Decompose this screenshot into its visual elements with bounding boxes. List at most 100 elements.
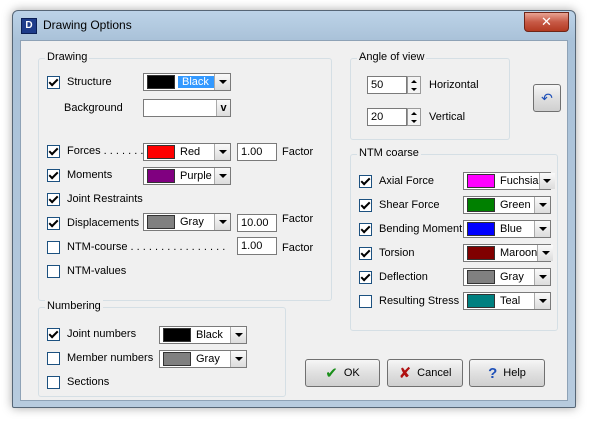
moments-check-box[interactable] bbox=[47, 168, 60, 182]
ntm-item-color-name: Fuchsia bbox=[500, 175, 539, 187]
structure-checkbox[interactable]: Structure bbox=[47, 72, 112, 92]
displacements-checkbox[interactable]: Displacements bbox=[47, 213, 139, 233]
moments-color-swatch bbox=[147, 169, 175, 183]
vertical-angle-input[interactable]: 20 bbox=[367, 108, 407, 126]
ntm-item-color-select[interactable]: Blue bbox=[463, 220, 551, 238]
ntm-course-check-box[interactable] bbox=[47, 240, 60, 254]
drawing-legend: Drawing bbox=[45, 51, 90, 63]
joint-numbers-checkbox[interactable]: Joint numbers bbox=[47, 324, 136, 344]
ntm-item-checkbox[interactable]: Axial Force bbox=[359, 171, 434, 191]
chevron-down-icon[interactable] bbox=[534, 197, 550, 213]
ntm-item-color-swatch bbox=[467, 174, 495, 188]
chevron-down-icon[interactable] bbox=[534, 293, 550, 309]
ntm-item-check-box[interactable] bbox=[359, 222, 372, 236]
member-numbers-color-select[interactable]: Gray bbox=[159, 350, 247, 368]
ntm-item-checkbox[interactable]: Bending Moment bbox=[359, 219, 462, 239]
chevron-down-icon[interactable] bbox=[214, 144, 230, 160]
angle-legend: Angle of view bbox=[357, 51, 427, 63]
forces-color-swatch bbox=[147, 145, 175, 159]
ntm-item-label: Torsion bbox=[379, 247, 415, 259]
ntm-item-check-box[interactable] bbox=[359, 246, 372, 260]
ntm-item-checkbox[interactable]: Shear Force bbox=[359, 195, 440, 215]
moments-color-select[interactable]: Purple bbox=[143, 167, 231, 185]
close-button[interactable]: ✕ bbox=[524, 12, 569, 32]
title-bar[interactable]: D Drawing Options ✕ bbox=[13, 11, 575, 40]
ntm-item-color-swatch bbox=[467, 246, 495, 260]
joint-restraints-checkbox[interactable]: Joint Restraints bbox=[47, 189, 143, 209]
ntm-item-label: Resulting Stress bbox=[379, 295, 460, 307]
sections-label: Sections bbox=[67, 376, 110, 388]
ntm-item-checkbox[interactable]: Resulting Stress bbox=[359, 291, 459, 311]
joint-numbers-color-select[interactable]: Black bbox=[159, 326, 247, 344]
numbering-group: Numbering Joint numbers Black Member num… bbox=[38, 300, 286, 397]
dialog-client: Drawing Structure Black Background v For… bbox=[20, 40, 568, 401]
ntm-item-check-box[interactable] bbox=[359, 174, 372, 188]
forces-color-name: Red bbox=[180, 146, 201, 158]
ntm-course-factor-input[interactable]: 1.00 bbox=[237, 237, 277, 255]
forces-checkbox[interactable]: Forces . . . . . . . bbox=[47, 141, 143, 161]
forces-color-select[interactable]: Red bbox=[143, 143, 231, 161]
background-color-field[interactable]: v bbox=[143, 99, 231, 117]
ntm-item-color-select[interactable]: Fuchsia bbox=[463, 172, 555, 190]
sections-check-box[interactable] bbox=[47, 375, 60, 389]
ntm-item-check-box[interactable] bbox=[359, 294, 372, 308]
chevron-down-icon[interactable] bbox=[230, 351, 246, 367]
joint-numbers-color-name: Black bbox=[196, 329, 223, 341]
chevron-down-icon[interactable] bbox=[534, 221, 550, 237]
member-numbers-checkbox[interactable]: Member numbers bbox=[47, 348, 153, 368]
joint-restraints-check-box[interactable] bbox=[47, 192, 60, 206]
ntm-legend: NTM coarse bbox=[357, 147, 421, 159]
chevron-down-icon[interactable] bbox=[230, 327, 246, 343]
vertical-spinner[interactable] bbox=[407, 108, 421, 126]
numbering-legend: Numbering bbox=[45, 300, 103, 312]
check-icon: ✔ bbox=[325, 365, 338, 382]
chevron-down-icon[interactable] bbox=[214, 74, 230, 90]
ntm-item-color-select[interactable]: Teal bbox=[463, 292, 551, 310]
chevron-down-icon[interactable] bbox=[537, 245, 554, 261]
ntm-item-color-select[interactable]: Green bbox=[463, 196, 551, 214]
joint-restraints-label: Joint Restraints bbox=[67, 193, 143, 205]
ntm-item-check-box[interactable] bbox=[359, 198, 372, 212]
ntm-course-factor-label: Factor bbox=[282, 242, 314, 254]
displacements-factor-label: Factor bbox=[282, 213, 314, 225]
ntm-item-color-select[interactable]: Maroon bbox=[463, 244, 554, 262]
forces-factor-input[interactable]: 1.00 bbox=[237, 143, 277, 161]
ntm-values-label: NTM-values bbox=[67, 265, 127, 277]
chevron-down-icon[interactable] bbox=[534, 269, 550, 285]
ntm-course-checkbox[interactable]: NTM-course . . . . . . . . . . . . . . .… bbox=[47, 237, 225, 257]
ntm-coarse-group: NTM coarse Axial Force Fuchsia Shear Force… bbox=[350, 147, 558, 331]
sections-checkbox[interactable]: Sections bbox=[47, 372, 109, 392]
structure-color-select[interactable]: Black bbox=[143, 73, 231, 91]
displacements-color-select[interactable]: Gray bbox=[143, 213, 231, 231]
help-label: Help bbox=[503, 367, 526, 379]
ok-button[interactable]: ✔ OK bbox=[305, 359, 380, 387]
ntm-item-color-select[interactable]: Gray bbox=[463, 268, 551, 286]
forces-check-box[interactable] bbox=[47, 144, 60, 158]
ntm-item-check-box[interactable] bbox=[359, 270, 372, 284]
structure-check-box[interactable] bbox=[47, 75, 60, 89]
member-numbers-label: Member numbers bbox=[67, 352, 154, 364]
background-picker-button[interactable]: v bbox=[216, 100, 230, 116]
joint-numbers-color-swatch bbox=[163, 328, 191, 342]
ntm-item-checkbox[interactable]: Deflection bbox=[359, 267, 428, 287]
ntm-item-color-swatch bbox=[467, 270, 495, 284]
joint-numbers-check-box[interactable] bbox=[47, 327, 60, 341]
member-numbers-check-box[interactable] bbox=[47, 351, 60, 365]
horizontal-angle-input[interactable]: 50 bbox=[367, 76, 407, 94]
cancel-button[interactable]: ✘ Cancel bbox=[387, 359, 463, 387]
ntm-item-label: Bending Moment bbox=[379, 223, 463, 235]
displacements-factor-input[interactable]: 10.00 bbox=[237, 214, 277, 232]
ntm-values-check-box[interactable] bbox=[47, 264, 60, 278]
ntm-item-checkbox[interactable]: Torsion bbox=[359, 243, 414, 263]
displacements-check-box[interactable] bbox=[47, 216, 60, 230]
ntm-values-checkbox[interactable]: NTM-values bbox=[47, 261, 126, 281]
reset-view-button[interactable]: ↶ bbox=[533, 84, 561, 112]
chevron-down-icon[interactable] bbox=[214, 168, 230, 184]
moments-checkbox[interactable]: Moments bbox=[47, 165, 112, 185]
help-button[interactable]: ? Help bbox=[469, 359, 545, 387]
chevron-down-icon[interactable] bbox=[538, 173, 555, 189]
member-numbers-color-swatch bbox=[163, 352, 191, 366]
horizontal-spinner[interactable] bbox=[407, 76, 421, 94]
chevron-down-icon[interactable] bbox=[214, 214, 230, 230]
structure-color-swatch bbox=[147, 75, 175, 89]
